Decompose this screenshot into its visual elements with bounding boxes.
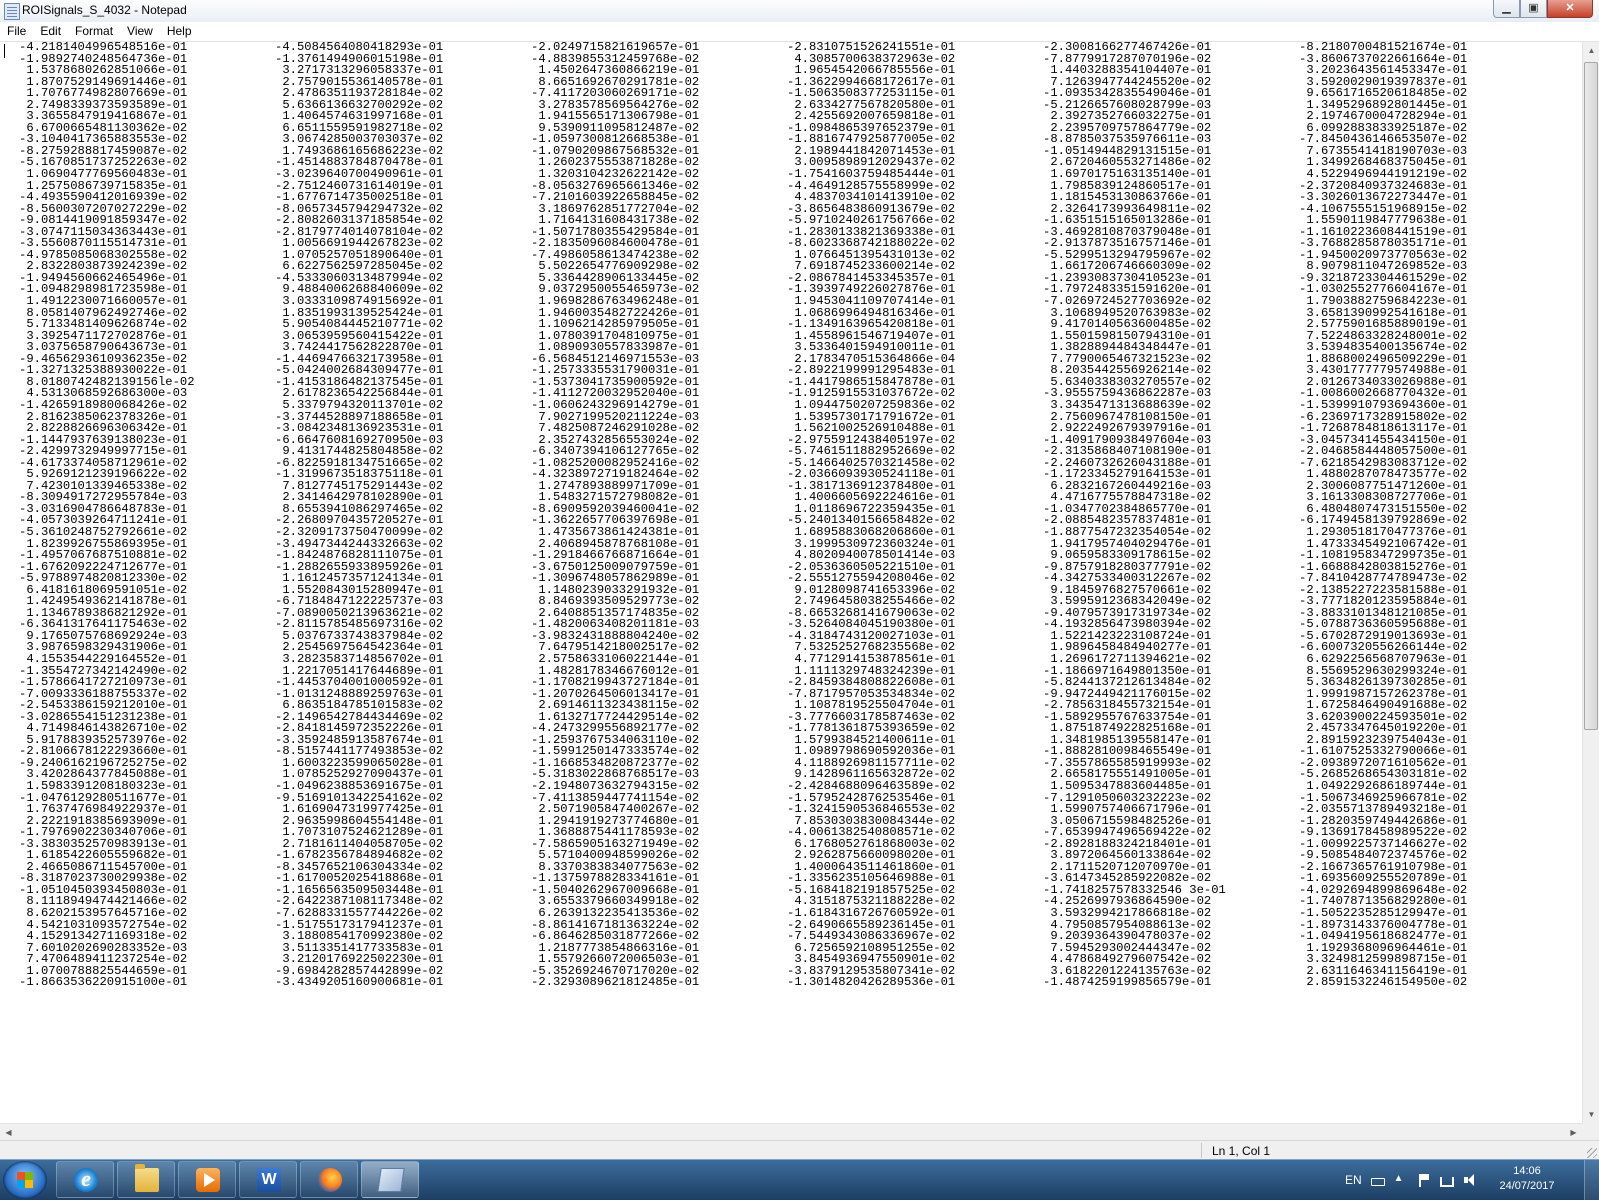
title-bar[interactable]: ROISignals_S_4032 - Notepad ▁ ▣ ✕ bbox=[0, 0, 1599, 23]
taskbar-media-player[interactable] bbox=[178, 1161, 236, 1198]
menu-format[interactable]: Format bbox=[68, 22, 120, 41]
horizontal-scrollbar[interactable]: ◀ ▶ bbox=[0, 1123, 1582, 1141]
notepad-icon bbox=[377, 1168, 405, 1192]
word-icon: W bbox=[257, 1168, 281, 1192]
taskbar: e W EN ▲ 14:06 24/07/2017 bbox=[0, 1159, 1599, 1200]
status-divider bbox=[1201, 1143, 1202, 1158]
keyboard-icon[interactable] bbox=[1370, 1177, 1385, 1186]
minimize-button[interactable]: ▁ bbox=[1493, 0, 1520, 18]
start-button[interactable] bbox=[3, 1161, 47, 1199]
clock[interactable]: 14:06 24/07/2017 bbox=[1497, 1164, 1557, 1194]
system-tray: EN ▲ bbox=[1345, 1160, 1477, 1200]
status-bar: Ln 1, Col 1 bbox=[0, 1140, 1599, 1160]
clock-date: 24/07/2017 bbox=[1499, 1180, 1555, 1192]
data-cell: -1.4874259199856579e-01 bbox=[1043, 975, 1212, 990]
data-cell: -1.8663536220915100e-01 bbox=[19, 975, 188, 990]
folder-icon bbox=[135, 1164, 159, 1192]
menu-help[interactable]: Help bbox=[160, 22, 199, 41]
media-player-icon bbox=[196, 1168, 220, 1192]
show-desktop-button[interactable] bbox=[1584, 1160, 1599, 1200]
notepad-app-icon[interactable] bbox=[4, 3, 20, 20]
taskbar-word[interactable]: W bbox=[239, 1161, 297, 1198]
taskbar-windows-explorer[interactable] bbox=[117, 1161, 175, 1198]
scroll-right-arrow-icon[interactable]: ▶ bbox=[1565, 1124, 1582, 1141]
scrollbar-corner bbox=[1582, 1123, 1599, 1140]
menu-edit[interactable]: Edit bbox=[33, 22, 68, 41]
vertical-scroll-thumb[interactable] bbox=[1584, 62, 1598, 730]
data-row: -1.8663536220915100e-01 -3.43492051609006… bbox=[19, 975, 1555, 990]
language-indicator[interactable]: EN bbox=[1345, 1173, 1362, 1187]
text-editor[interactable]: -4.2181404996548516e-01 -4.50845640804182… bbox=[0, 42, 1582, 1123]
close-button[interactable]: ✕ bbox=[1547, 0, 1593, 18]
internet-explorer-icon: e bbox=[74, 1168, 98, 1192]
maximize-button[interactable]: ▣ bbox=[1520, 0, 1547, 18]
firefox-icon bbox=[318, 1168, 342, 1192]
taskbar-internet-explorer[interactable]: e bbox=[56, 1161, 114, 1198]
menu-file[interactable]: File bbox=[0, 22, 33, 41]
data-cell: -1.3014820426289536e-01 bbox=[787, 975, 956, 990]
signal-data-grid: -4.2181404996548516e-01 -4.50845640804182… bbox=[19, 42, 1555, 989]
window-title: ROISignals_S_4032 - Notepad bbox=[22, 3, 187, 17]
scroll-down-arrow-icon[interactable]: ▼ bbox=[1583, 1106, 1599, 1123]
scroll-left-arrow-icon[interactable]: ◀ bbox=[0, 1124, 17, 1141]
vertical-scrollbar[interactable]: ▲ ▼ bbox=[1582, 42, 1599, 1123]
network-icon[interactable] bbox=[1439, 1176, 1454, 1187]
action-center-flag-icon[interactable] bbox=[1417, 1173, 1431, 1187]
taskbar-notepad[interactable] bbox=[361, 1161, 419, 1198]
menu-bar: File Edit Format View Help bbox=[0, 22, 1599, 42]
text-caret bbox=[4, 44, 5, 58]
window-controls: ▁ ▣ ✕ bbox=[1493, 0, 1593, 18]
clock-time: 14:06 bbox=[1513, 1165, 1541, 1177]
show-hidden-icons-chevron-icon[interactable]: ▲ bbox=[1394, 1173, 1408, 1187]
cursor-position: Ln 1, Col 1 bbox=[1212, 1144, 1271, 1158]
scroll-up-arrow-icon[interactable]: ▲ bbox=[1583, 42, 1599, 59]
data-cell: 2.8591532246154950e-02 bbox=[1299, 975, 1468, 990]
resize-grip-icon[interactable] bbox=[1587, 1148, 1597, 1158]
volume-icon[interactable] bbox=[1463, 1173, 1477, 1187]
data-cell: -3.4349205160900681e-01 bbox=[275, 975, 444, 990]
data-cell: -2.3293089621812485e-01 bbox=[531, 975, 700, 990]
windows-logo-icon bbox=[17, 1172, 33, 1188]
taskbar-firefox[interactable] bbox=[300, 1161, 358, 1198]
menu-view[interactable]: View bbox=[120, 22, 160, 41]
